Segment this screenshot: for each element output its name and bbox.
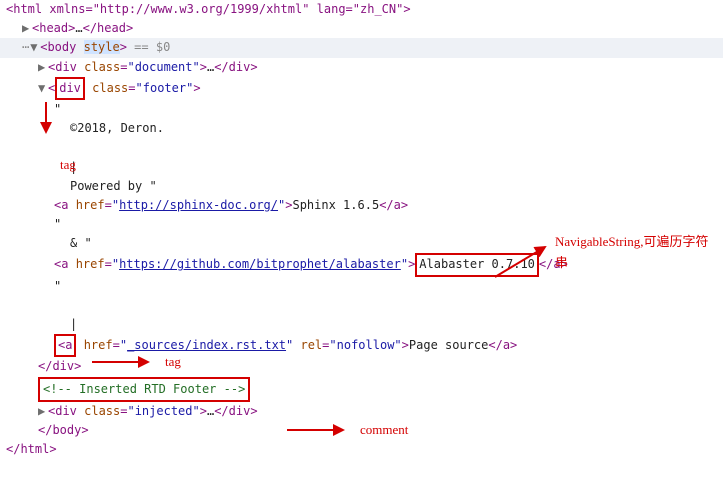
alabaster-text-boxed: Alabaster 0.7.10 — [415, 253, 539, 276]
div-injected-line[interactable]: ▶<div class="injected">…</div> — [0, 402, 723, 421]
annotation-comment: comment — [360, 420, 408, 441]
html-tag: <html xmlns="http://www.w3.org/1999/xhtm… — [6, 2, 411, 16]
annotation-tag2: tag — [165, 352, 181, 373]
eq-dollar0: == $0 — [127, 40, 170, 54]
style-attr[interactable]: style — [84, 40, 120, 54]
sphinx-url[interactable]: http://sphinx-doc.org/ — [119, 198, 278, 212]
alabaster-text: Alabaster 0.7.10 — [419, 257, 535, 271]
text-pipe2[interactable]: | — [0, 315, 723, 334]
text-quote3[interactable]: " — [0, 277, 723, 296]
div-close-line[interactable]: </div> — [0, 357, 723, 376]
div-close: </div> — [214, 60, 257, 74]
head-close: </head> — [83, 21, 134, 35]
comment-boxed: <!-- Inserted RTD Footer --> — [38, 377, 250, 402]
collapse-arrow-icon[interactable]: ▼ — [30, 38, 40, 57]
breadcrumb-dots: ⋯ — [22, 40, 30, 54]
text-copyright[interactable]: ©2018, Deron. — [0, 119, 723, 138]
body-open: <body — [40, 40, 83, 54]
head-open: <head> — [32, 21, 75, 35]
blank-line2 — [0, 296, 723, 315]
blank-line — [0, 138, 723, 157]
comment-line[interactable]: <!-- Inserted RTD Footer --> — [0, 377, 723, 402]
head-line[interactable]: ▶<head>…</head> — [0, 19, 723, 38]
div-footer-line[interactable]: ▼<div class="footer"> — [0, 77, 723, 100]
annotation-navigablestring: NavigableString,可遍历字符串 — [555, 232, 715, 274]
body-line[interactable]: ⋯▼<body style> == $0 — [0, 38, 723, 57]
anchor-source-line[interactable]: <a href="_sources/index.rst.txt" rel="no… — [0, 334, 723, 357]
class-val: "document" — [127, 60, 199, 74]
annotation-tag: tag — [60, 155, 76, 176]
html-close-line[interactable]: </html> — [0, 440, 723, 459]
expand-arrow-icon[interactable]: ▶ — [22, 19, 32, 38]
a-tag-boxed: <a — [54, 334, 76, 357]
body-gt: > — [120, 40, 127, 54]
text-pipe[interactable]: | — [0, 158, 723, 177]
text-powered[interactable]: Powered by " — [0, 177, 723, 196]
collapse-arrow-icon[interactable]: ▼ — [38, 79, 48, 98]
text-quote[interactable]: " — [0, 100, 723, 119]
source-url[interactable]: _sources/index.rst.txt — [127, 338, 286, 352]
sphinx-text: Sphinx 1.6.5 — [292, 198, 379, 212]
ellipsis: … — [75, 21, 82, 35]
div-tag-boxed: div — [55, 77, 85, 100]
div-document-line[interactable]: ▶<div class="document">…</div> — [0, 58, 723, 77]
div-open: <div — [48, 60, 84, 74]
anchor-sphinx-line[interactable]: <a href="http://sphinx-doc.org/">Sphinx … — [0, 196, 723, 215]
class-val: "footer" — [136, 81, 194, 95]
comment-text: <!-- Inserted RTD Footer --> — [43, 382, 245, 396]
page-source-text: Page source — [409, 338, 488, 352]
html-open[interactable]: <html xmlns="http://www.w3.org/1999/xhtm… — [0, 0, 723, 19]
class-attr: class — [92, 81, 128, 95]
alabaster-url[interactable]: https://github.com/bitprophet/alabaster — [119, 257, 401, 271]
expand-arrow-icon[interactable]: ▶ — [38, 58, 48, 77]
expand-arrow-icon[interactable]: ▶ — [38, 402, 48, 421]
class-attr: class — [84, 60, 120, 74]
